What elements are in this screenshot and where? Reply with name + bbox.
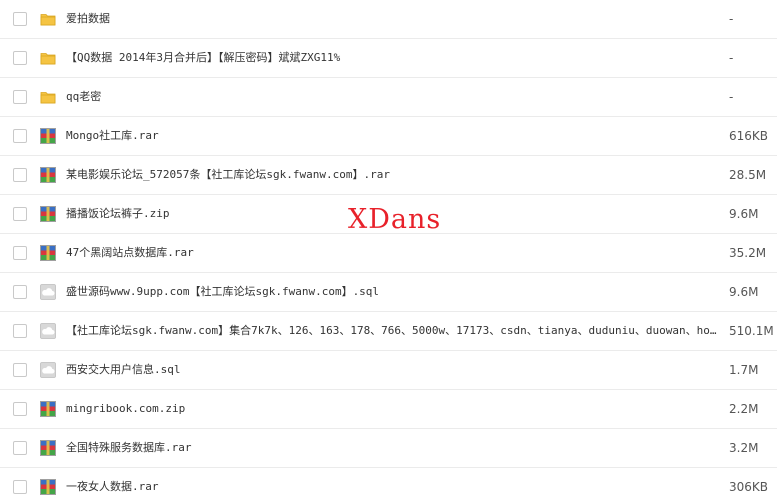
file-row[interactable]: Mongo社工库.rar 616KB	[0, 117, 777, 156]
file-name[interactable]: 47个黑阔站点数据库.rar	[66, 245, 718, 261]
file-row[interactable]: 【QQ数据 2014年3月合并后】【解压密码】斌斌ZXG11% -	[0, 39, 777, 78]
row-checkbox[interactable]	[13, 51, 27, 65]
file-row[interactable]: 全国特殊服务数据库.rar 3.2M	[0, 429, 777, 468]
file-name[interactable]: Mongo社工库.rar	[66, 128, 718, 144]
archive-icon	[40, 167, 56, 183]
archive-icon	[40, 401, 56, 417]
file-size: 9.6M	[729, 285, 759, 299]
file-row[interactable]: 某电影娱乐论坛_572057条【社工库论坛sgk.fwanw.com】.rar 2…	[0, 156, 777, 195]
file-row[interactable]: 播播饭论坛裤子.zip 9.6M	[0, 195, 777, 234]
file-size: 28.5M	[729, 168, 767, 182]
row-checkbox[interactable]	[13, 480, 27, 494]
file-size: -	[729, 12, 734, 26]
file-row[interactable]: 盛世源码www.9upp.com【社工库论坛sgk.fwanw.com】.sql…	[0, 273, 777, 312]
row-checkbox[interactable]	[13, 246, 27, 260]
file-size: 616KB	[729, 129, 769, 143]
folder-icon	[40, 50, 56, 66]
file-name[interactable]: 西安交大用户信息.sql	[66, 362, 718, 378]
file-row[interactable]: 47个黑阔站点数据库.rar 35.2M	[0, 234, 777, 273]
row-checkbox[interactable]	[13, 129, 27, 143]
file-size: -	[729, 51, 734, 65]
file-size: -	[729, 90, 734, 104]
file-name[interactable]: 爱拍数据	[66, 11, 718, 27]
file-name[interactable]: 盛世源码www.9upp.com【社工库论坛sgk.fwanw.com】.sql	[66, 284, 718, 300]
row-checkbox[interactable]	[13, 402, 27, 416]
file-row[interactable]: 爱拍数据 -	[0, 0, 777, 39]
file-name[interactable]: mingribook.com.zip	[66, 401, 718, 417]
row-checkbox[interactable]	[13, 168, 27, 182]
file-size: 2.2M	[729, 402, 759, 416]
file-name[interactable]: 全国特殊服务数据库.rar	[66, 440, 718, 456]
file-size: 9.6M	[729, 207, 759, 221]
row-checkbox[interactable]	[13, 207, 27, 221]
folder-icon	[40, 11, 56, 27]
file-row[interactable]: mingribook.com.zip 2.2M	[0, 390, 777, 429]
cloud-file-icon	[40, 323, 56, 339]
cloud-file-icon	[40, 362, 56, 378]
archive-icon	[40, 206, 56, 222]
file-size: 1.7M	[729, 363, 759, 377]
file-size: 306KB	[729, 480, 769, 494]
archive-icon	[40, 245, 56, 261]
file-name[interactable]: 【QQ数据 2014年3月合并后】【解压密码】斌斌ZXG11%	[66, 50, 718, 66]
file-name[interactable]: 【社工库论坛sgk.fwanw.com】集合7k7k、126、163、178、7…	[66, 323, 718, 339]
row-checkbox[interactable]	[13, 441, 27, 455]
file-size: 510.1M	[729, 324, 774, 338]
archive-icon	[40, 479, 56, 495]
archive-icon	[40, 128, 56, 144]
file-name[interactable]: 某电影娱乐论坛_572057条【社工库论坛sgk.fwanw.com】.rar	[66, 167, 718, 183]
row-checkbox[interactable]	[13, 324, 27, 338]
file-list: 爱拍数据 - 【QQ数据 2014年3月合并后】【解压密码】斌斌ZXG11% - qq老…	[0, 0, 777, 497]
file-row[interactable]: 西安交大用户信息.sql 1.7M	[0, 351, 777, 390]
file-size: 35.2M	[729, 246, 767, 260]
cloud-file-icon	[40, 284, 56, 300]
row-checkbox[interactable]	[13, 90, 27, 104]
archive-icon	[40, 440, 56, 456]
file-row[interactable]: 【社工库论坛sgk.fwanw.com】集合7k7k、126、163、178、7…	[0, 312, 777, 351]
file-row[interactable]: qq老密 -	[0, 78, 777, 117]
file-name[interactable]: 播播饭论坛裤子.zip	[66, 206, 718, 222]
file-size: 3.2M	[729, 441, 759, 455]
folder-icon	[40, 89, 56, 105]
row-checkbox[interactable]	[13, 285, 27, 299]
row-checkbox[interactable]	[13, 12, 27, 26]
file-row[interactable]: 一夜女人数据.rar 306KB	[0, 468, 777, 497]
file-name[interactable]: 一夜女人数据.rar	[66, 479, 718, 495]
file-rows: 爱拍数据 - 【QQ数据 2014年3月合并后】【解压密码】斌斌ZXG11% - qq老…	[0, 0, 777, 497]
file-name[interactable]: qq老密	[66, 89, 718, 105]
row-checkbox[interactable]	[13, 363, 27, 377]
